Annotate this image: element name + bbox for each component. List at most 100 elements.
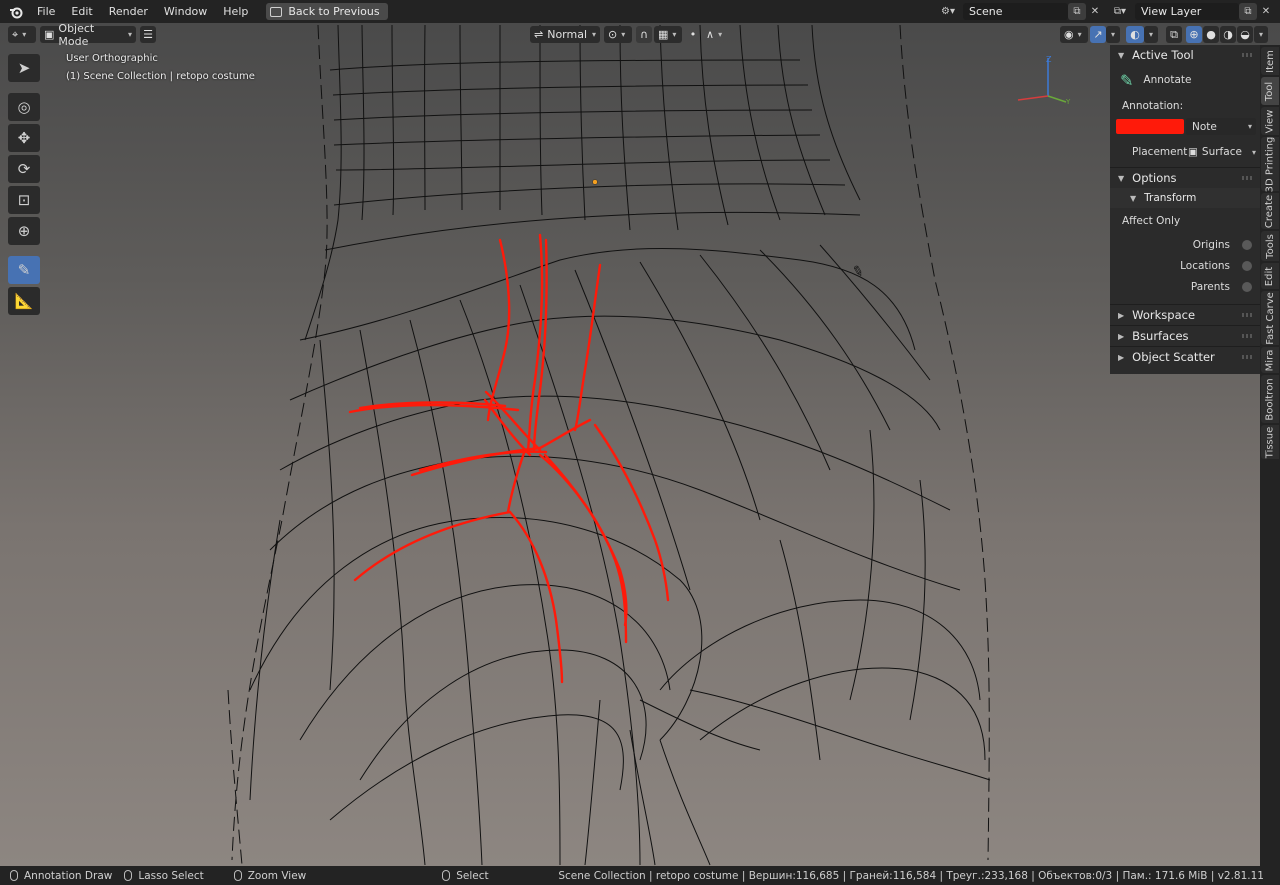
tab-item[interactable]: Item — [1261, 47, 1279, 75]
tab-3d-printing[interactable]: 3D Printing — [1261, 136, 1279, 192]
placement-dropdown[interactable]: ▣ Surface ▾ — [1188, 144, 1256, 161]
annotation-stroke — [538, 418, 592, 450]
eye-icon: ◉ — [1064, 28, 1074, 41]
view-name: User Orthographic — [66, 53, 158, 64]
annotation-color-swatch[interactable] — [1116, 119, 1184, 134]
mesh-edge — [319, 339, 335, 691]
rotate-tool[interactable]: ⟳ — [8, 155, 40, 183]
tab-mira[interactable]: Mira — [1261, 347, 1279, 373]
new-scene-icon[interactable]: ⧉ — [1068, 3, 1086, 20]
tab-label: Tissue — [1264, 426, 1276, 458]
hamburger-menu-icon[interactable]: ☰ — [140, 26, 156, 43]
tab-fast-carve[interactable]: Fast Carve — [1261, 291, 1279, 345]
mesh-edge — [689, 689, 991, 781]
locations-checkbox[interactable] — [1242, 260, 1252, 271]
scene-field[interactable]: Scene — [963, 3, 1068, 20]
parents-checkbox[interactable] — [1242, 281, 1252, 292]
measure-tool[interactable]: 📐 — [8, 287, 40, 315]
close-view-layer-icon[interactable]: ✕ — [1257, 3, 1275, 20]
drag-grip-icon[interactable] — [1242, 355, 1254, 359]
falloff-dropdown[interactable]: ∧ ▾ — [702, 26, 730, 43]
shading-material-button[interactable]: ◑ — [1220, 26, 1236, 43]
shading-dropdown[interactable]: ▾ — [1254, 26, 1268, 43]
collapsed-triangle-icon: ▶ — [1118, 331, 1125, 341]
origins-checkbox[interactable] — [1242, 239, 1252, 250]
mesh-edge — [459, 24, 463, 211]
new-view-layer-icon[interactable]: ⧉ — [1239, 3, 1257, 20]
scene-browse-icon[interactable]: ⚙▾ — [935, 3, 961, 20]
drag-grip-icon[interactable] — [1242, 313, 1254, 317]
mesh-edge — [819, 244, 931, 381]
menu-help[interactable]: Help — [215, 5, 256, 18]
workspace-header[interactable]: ▶ Workspace — [1110, 304, 1260, 325]
mode-dropdown[interactable]: ▣ Object Mode ▾ — [40, 22, 136, 48]
mesh-edge — [459, 299, 561, 866]
xray-toggle[interactable]: ⧉ — [1166, 26, 1182, 43]
shading-rendered-button[interactable]: ◒ — [1237, 26, 1253, 43]
scale-tool[interactable]: ⊡ — [8, 186, 40, 214]
drag-grip-icon[interactable] — [1242, 176, 1254, 180]
tab-view[interactable]: View — [1261, 107, 1279, 135]
annotation-layer-dropdown[interactable]: Note ▾ — [1186, 118, 1256, 135]
3d-viewport[interactable] — [0, 23, 1280, 866]
mesh-edge — [699, 667, 986, 761]
drag-grip-icon[interactable] — [1242, 334, 1254, 338]
tab-tool[interactable]: Tool — [1261, 77, 1279, 105]
view-layer-browse-icon[interactable]: ⧉▾ — [1107, 3, 1133, 20]
editor-type-button[interactable]: ⌖ ▾ — [8, 26, 36, 43]
active-tool-row[interactable]: ✎ Annotate — [1110, 65, 1260, 95]
gizmo-toggle[interactable]: ↗ — [1090, 26, 1106, 43]
close-scene-icon[interactable]: ✕ — [1086, 3, 1104, 20]
view-layer-name: View Layer — [1141, 5, 1202, 18]
parents-row[interactable]: Parents — [1110, 276, 1260, 297]
shading-solid-button[interactable]: ● — [1203, 26, 1219, 43]
snap-target-dropdown[interactable]: ▦ ▾ — [654, 26, 682, 43]
annotate-tool[interactable]: ✎ — [8, 256, 40, 284]
back-to-previous-label: Back to Previous — [288, 5, 380, 18]
menu-render[interactable]: Render — [101, 5, 156, 18]
move-tool[interactable]: ✥ — [8, 124, 40, 152]
cursor-tool[interactable]: ◎ — [8, 93, 40, 121]
options-header[interactable]: ▼ Options — [1110, 167, 1260, 188]
proportional-edit-toggle[interactable]: • — [686, 26, 700, 43]
navigation-gizmo[interactable]: Z Y — [1010, 52, 1075, 107]
transform-orientation-dropdown[interactable]: ⇌ Normal ▾ — [530, 26, 600, 43]
sidebar-tabs: Item Tool View 3D Printing Create Tools Edit Fa… — [1260, 45, 1280, 866]
annotation-stroke — [538, 453, 628, 644]
tab-tools[interactable]: Tools — [1261, 231, 1279, 261]
overlays-dropdown[interactable]: ▾ — [1144, 26, 1158, 43]
mesh-edge — [584, 699, 601, 866]
tab-booltron[interactable]: Booltron — [1261, 375, 1279, 423]
transform-tool[interactable]: ⊕ — [8, 217, 40, 245]
pivot-point-dropdown[interactable]: ⊙ ▾ — [604, 26, 632, 43]
status-select-label: Select — [456, 869, 489, 882]
mesh-edge — [811, 24, 861, 201]
select-box-tool[interactable]: ➤ — [8, 54, 40, 82]
snap-toggle[interactable]: ∩ — [636, 26, 652, 43]
overlays-toggle[interactable]: ◐ — [1126, 26, 1144, 43]
back-to-previous-button[interactable]: Back to Previous — [266, 3, 388, 20]
view-layer-field[interactable]: View Layer — [1135, 3, 1239, 20]
svg-text:Y: Y — [1065, 98, 1071, 106]
menu-window[interactable]: Window — [156, 5, 215, 18]
scene-name: Scene — [969, 5, 1003, 18]
mouse-ctrl-icon — [124, 870, 133, 881]
object-scatter-header[interactable]: ▶ Object Scatter — [1110, 346, 1260, 367]
transform-subheader[interactable]: ▼ Transform — [1110, 188, 1260, 208]
shading-wireframe-button[interactable]: ⊕ — [1186, 26, 1202, 43]
bsurfaces-header[interactable]: ▶ Bsurfaces — [1110, 325, 1260, 346]
origins-row[interactable]: Origins — [1110, 234, 1260, 255]
tab-tissue[interactable]: Tissue — [1261, 425, 1279, 459]
menu-file[interactable]: File — [29, 5, 63, 18]
tab-edit[interactable]: Edit — [1261, 263, 1279, 289]
mesh-edge — [659, 599, 981, 701]
gizmo-dropdown[interactable]: ▾ — [1106, 26, 1120, 43]
menu-edit[interactable]: Edit — [63, 5, 100, 18]
locations-row[interactable]: Locations — [1110, 255, 1260, 276]
drag-grip-icon[interactable] — [1242, 53, 1254, 57]
origins-label: Origins — [1192, 238, 1230, 251]
visibility-dropdown[interactable]: ◉ ▾ — [1060, 26, 1088, 43]
active-tool-header[interactable]: ▼ Active Tool — [1110, 45, 1260, 65]
tab-create[interactable]: Create — [1261, 193, 1279, 229]
blender-logo-icon[interactable] — [9, 5, 23, 19]
